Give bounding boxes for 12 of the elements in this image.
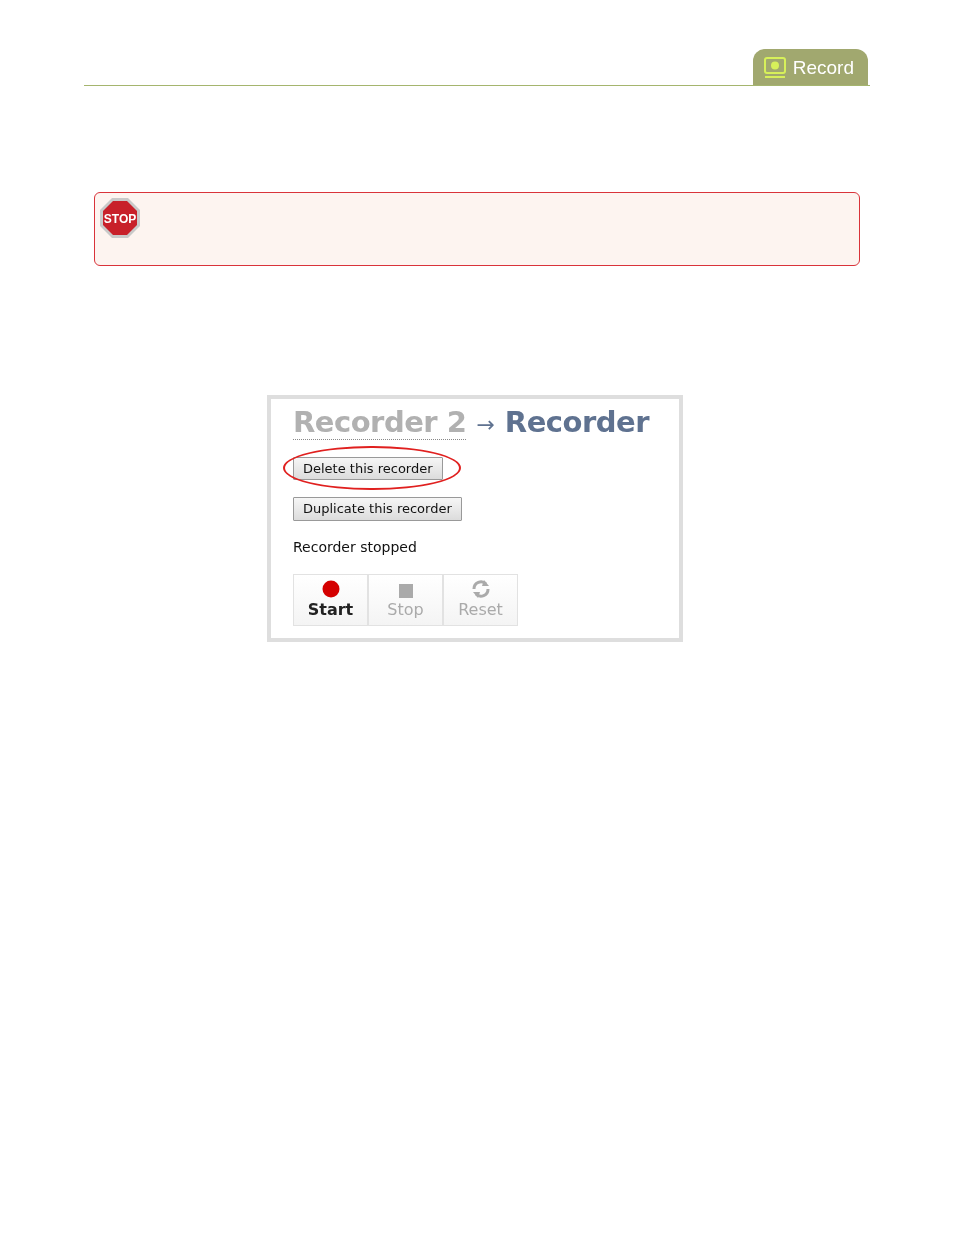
action-button[interactable]: Delete this recorder	[293, 456, 443, 481]
record-dot-icon	[321, 579, 340, 598]
refresh-icon	[470, 579, 491, 598]
arrow-symbol: →	[476, 413, 495, 438]
start-button[interactable]: Start	[293, 573, 368, 626]
action-button[interactable]: Duplicate this recorder	[293, 497, 462, 521]
status-text: Recorder stopped	[293, 537, 418, 557]
stop-sign-icon: STOP	[99, 197, 141, 239]
recorder-name: Recorder 2	[293, 407, 467, 440]
stop-icon	[398, 583, 413, 598]
recorder-title: Recorder	[504, 407, 649, 439]
record-icon	[762, 57, 787, 79]
